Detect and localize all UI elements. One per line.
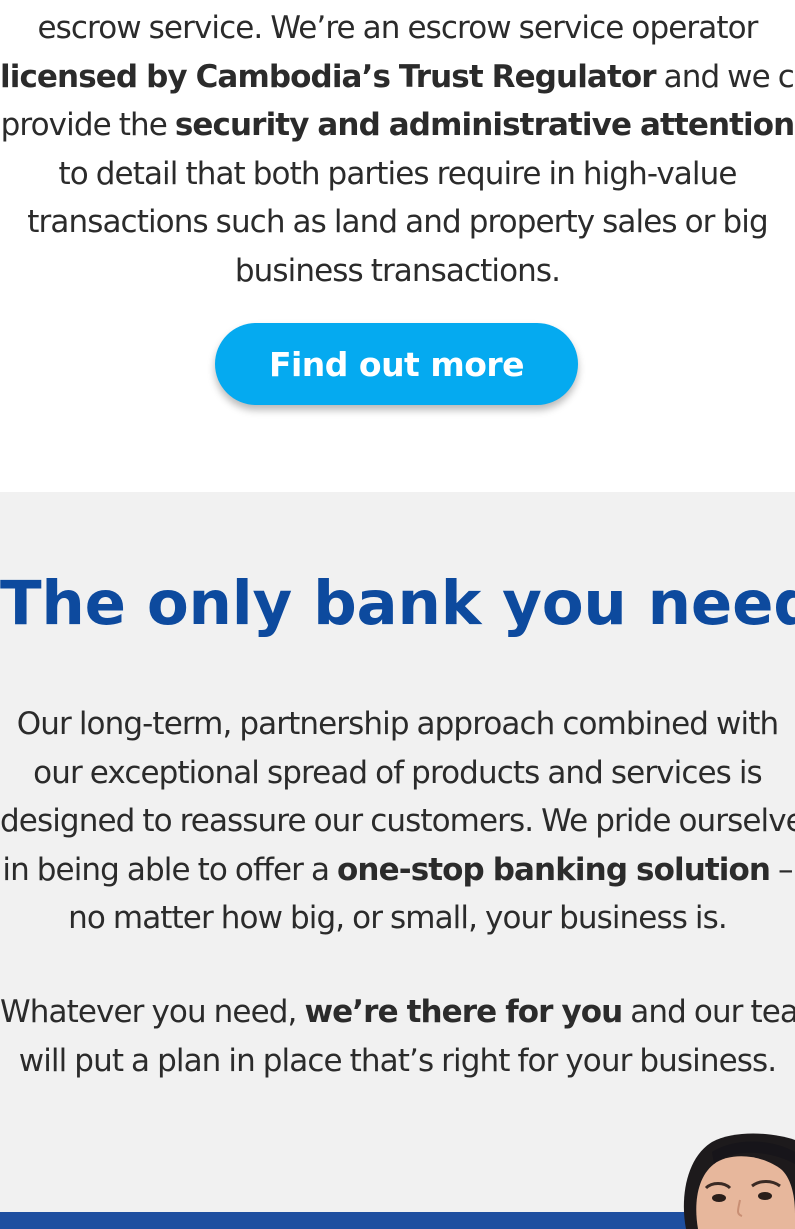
only-bank-section: The only bank you need Our long-term, pa… — [0, 492, 795, 1229]
escrow-line-6: business transactions. — [234, 252, 561, 289]
escrow-line-3: provide the security and administrative … — [0, 107, 795, 143]
section-heading: The only bank you need — [0, 568, 795, 639]
escrow-description: escrow service. We’re an escrow service … — [0, 4, 795, 295]
partnership-line-1: Our long-term, partnership approach comb… — [16, 706, 779, 742]
person-photo — [683, 1133, 795, 1229]
support-paragraph: Whatever you need, we’re there for you a… — [0, 988, 795, 1085]
escrow-line-2: licensed by Cambodia’s Trust Regulator a… — [0, 58, 795, 95]
one-stop-emphasis: one-stop banking solution — [337, 851, 771, 888]
security-emphasis: security and administrative attention — [174, 107, 795, 143]
find-out-more-button[interactable]: Find out more — [215, 323, 578, 405]
escrow-line-1: escrow service. We’re an escrow service … — [37, 10, 758, 46]
escrow-line-4: to detail that both parties require in h… — [58, 155, 737, 192]
there-for-you-emphasis: we’re there for you — [304, 994, 623, 1030]
partnership-line-4: in being able to offer a one-stop bankin… — [2, 851, 793, 888]
partnership-line-5: no matter how big, or small, your busine… — [68, 900, 728, 936]
escrow-line-5: transactions such as land and property s… — [27, 204, 768, 240]
partnership-line-3: designed to reassure our customers. We p… — [0, 803, 795, 839]
support-line-1: Whatever you need, we’re there for you a… — [0, 994, 795, 1030]
partnership-paragraph: Our long-term, partnership approach comb… — [0, 700, 795, 943]
partnership-line-2: our exceptional spread of products and s… — [33, 754, 763, 791]
escrow-section: escrow service. We’re an escrow service … — [0, 0, 795, 492]
license-emphasis: licensed by Cambodia’s Trust Regulator — [0, 58, 657, 95]
support-line-2: will put a plan in place that’s right fo… — [18, 1042, 777, 1079]
